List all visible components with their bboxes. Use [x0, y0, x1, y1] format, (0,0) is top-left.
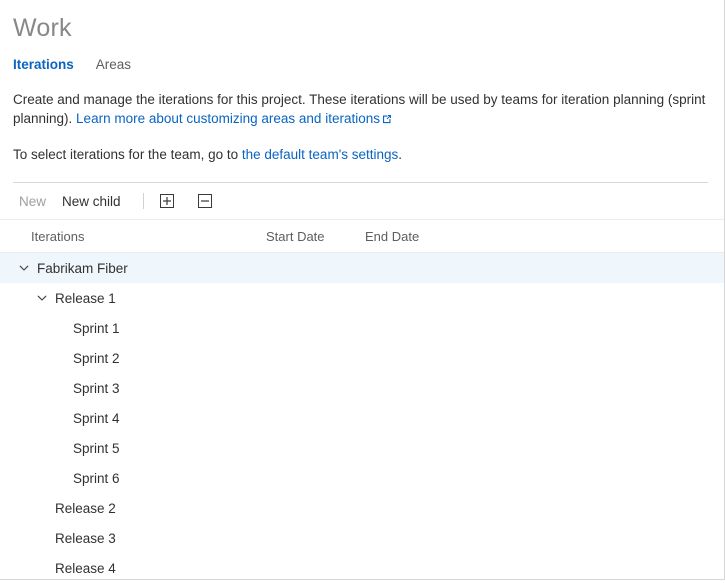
tree-indent-spacer	[52, 380, 68, 396]
collapse-all-minus-icon[interactable]	[193, 190, 217, 212]
table-row[interactable]: Sprint 3	[0, 373, 724, 403]
table-row[interactable]: Sprint 1	[0, 313, 724, 343]
tree-indent-spacer	[34, 530, 50, 546]
iteration-name: Release 4	[50, 561, 116, 576]
tree-node[interactable]: Release 2	[0, 500, 266, 516]
toolbar-separator	[143, 193, 144, 209]
table-row[interactable]: Sprint 6	[0, 463, 724, 493]
tree-node[interactable]: Release 3	[0, 530, 266, 546]
iteration-name: Sprint 1	[68, 321, 120, 336]
iteration-name: Sprint 4	[68, 411, 120, 426]
column-header-end-date: End Date	[365, 229, 485, 244]
new-button[interactable]: New	[17, 190, 54, 213]
iteration-name: Release 2	[50, 501, 116, 516]
table-row[interactable]: Release 1	[0, 283, 724, 313]
intro-paragraph-2: To select iterations for the team, go to…	[13, 145, 708, 164]
learn-more-link[interactable]: Learn more about customizing areas and i…	[76, 111, 392, 126]
tree-node[interactable]: Sprint 2	[0, 350, 266, 366]
table-row[interactable]: Sprint 5	[0, 433, 724, 463]
work-settings-page: Work Iterations Areas Create and manage …	[0, 0, 725, 580]
table-row[interactable]: Release 2	[0, 493, 724, 523]
page-title: Work	[0, 0, 724, 42]
tab-bar: Iterations Areas	[0, 42, 724, 74]
tree-node[interactable]: Sprint 4	[0, 410, 266, 426]
new-child-button[interactable]: New child	[54, 190, 129, 213]
iteration-name: Sprint 6	[68, 471, 120, 486]
iteration-name: Release 3	[50, 531, 116, 546]
tree-node[interactable]: Sprint 5	[0, 440, 266, 456]
tree-node[interactable]: Release 1	[0, 290, 266, 306]
tree-node[interactable]: Sprint 1	[0, 320, 266, 336]
table-row[interactable]: Release 3	[0, 523, 724, 553]
tab-areas[interactable]: Areas	[96, 56, 131, 74]
column-header-iterations: Iterations	[0, 229, 266, 244]
tree-node[interactable]: Fabrikam Fiber	[0, 260, 266, 276]
tree-indent-spacer	[52, 350, 68, 366]
tree-node[interactable]: Sprint 3	[0, 380, 266, 396]
iterations-toolbar: New New child	[0, 183, 724, 220]
table-row[interactable]: Sprint 4	[0, 403, 724, 433]
iteration-name: Fabrikam Fiber	[32, 261, 128, 276]
tree-node[interactable]: Sprint 6	[0, 470, 266, 486]
external-link-icon	[382, 110, 392, 129]
expand-all-plus-icon[interactable]	[155, 190, 179, 212]
table-row[interactable]: Fabrikam Fiber	[0, 253, 724, 283]
iteration-name: Sprint 3	[68, 381, 120, 396]
iteration-name: Sprint 2	[68, 351, 120, 366]
tree-indent-spacer	[52, 440, 68, 456]
iterations-tree: Fabrikam Fiber Release 1 Sprint 1 Sprint 2 S…	[0, 253, 724, 583]
tree-indent-spacer	[52, 320, 68, 336]
tree-indent-spacer	[52, 410, 68, 426]
chevron-down-icon[interactable]	[34, 290, 50, 306]
tree-node[interactable]: Release 4	[0, 560, 266, 576]
tab-iterations[interactable]: Iterations	[13, 56, 74, 74]
tree-indent-spacer	[34, 500, 50, 516]
table-row[interactable]: Sprint 2	[0, 343, 724, 373]
grid-header-row: Iterations Start Date End Date	[0, 220, 724, 253]
column-header-start-date: Start Date	[266, 229, 365, 244]
chevron-down-icon[interactable]	[16, 260, 32, 276]
intro-paragraph-1: Create and manage the iterations for thi…	[13, 90, 708, 129]
table-row[interactable]: Release 4	[0, 553, 724, 583]
default-team-settings-link[interactable]: the default team's settings	[242, 147, 398, 162]
tree-indent-spacer	[52, 470, 68, 486]
iteration-name: Release 1	[50, 291, 116, 306]
intro-text-block: Create and manage the iterations for thi…	[0, 74, 724, 183]
tree-indent-spacer	[34, 560, 50, 576]
intro-paragraph-2-period: .	[398, 147, 402, 162]
intro-paragraph-2-text: To select iterations for the team, go to	[13, 147, 242, 162]
iteration-name: Sprint 5	[68, 441, 120, 456]
learn-more-link-label: Learn more about customizing areas and i…	[76, 111, 380, 126]
